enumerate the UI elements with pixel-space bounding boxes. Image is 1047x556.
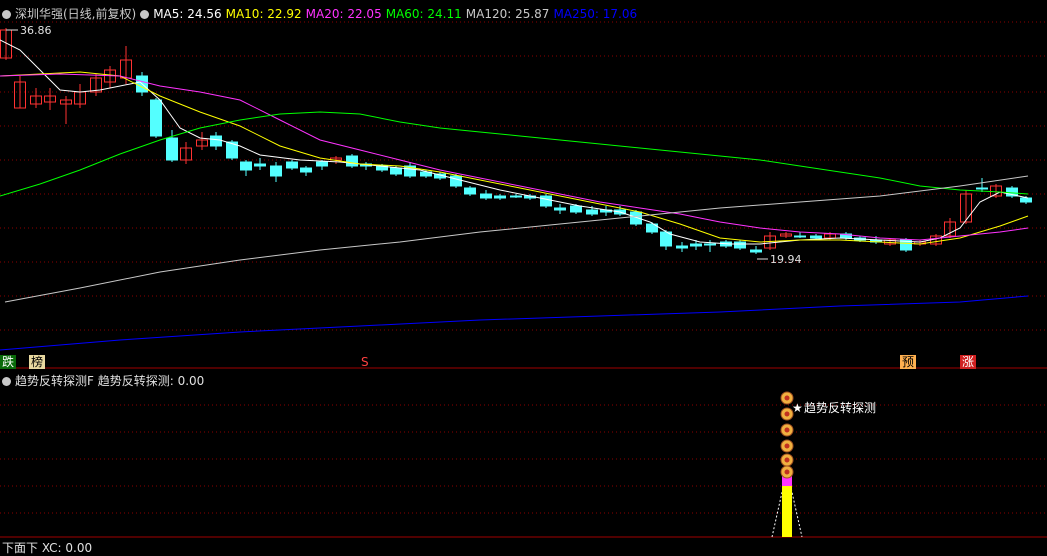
candle-body [676, 245, 688, 249]
ma20-line [0, 73, 1029, 241]
signal-yu: 预 [900, 355, 917, 369]
candle-body [166, 137, 178, 161]
indicator-value: 趋势反转探测: 0.00 [97, 374, 205, 388]
ma-label-4: MA120: 25.87 [465, 7, 550, 21]
candle-body [510, 195, 522, 198]
settings-circle-icon[interactable] [2, 10, 11, 19]
ma-labels: MA5: 24.56 MA10: 22.92 MA20: 22.05 MA60: 24… [153, 7, 641, 21]
chart-header: 深圳华强(日线,前复权) MA5: 24.56 MA10: 22.92 MA20: 2… [2, 5, 645, 22]
indicator-marker-text: 趋势反转探测 [804, 400, 876, 415]
coin-mark [784, 411, 790, 417]
low-price-label: 19.94 [770, 253, 802, 266]
candle-body [286, 161, 298, 169]
candle-body [810, 235, 822, 239]
candle-body [450, 175, 462, 187]
star-icon: ★ [792, 401, 803, 415]
ma250-line [0, 295, 1029, 351]
candle-body [270, 165, 282, 177]
candle-body [554, 207, 566, 211]
indicator-title: 趋势反转探测F [15, 374, 94, 388]
coin-mark [784, 395, 790, 401]
candle-body [540, 195, 552, 207]
signal-bang: 榜 [29, 355, 46, 369]
candle-body [480, 193, 492, 199]
ma-label-3: MA60: 24.11 [385, 7, 462, 21]
ma-label-0: MA5: 24.56 [153, 7, 222, 21]
candle-body [630, 211, 642, 225]
indicator-header: 趋势反转探测F 趋势反转探测: 0.00 [2, 372, 204, 389]
ma-settings-circle-icon[interactable] [140, 10, 150, 19]
candle-body [464, 187, 476, 195]
coin-mark [784, 457, 790, 463]
candle-body [300, 167, 312, 173]
candle-body [794, 235, 806, 238]
candle-body [390, 167, 402, 175]
ma-label-1: MA10: 22.92 [225, 7, 302, 21]
indicator-settings-circle-icon[interactable] [2, 377, 11, 386]
candle-body [150, 99, 162, 137]
candle-body [750, 249, 762, 253]
bottom-panel-header: 下面下 XC: 0.00 [2, 541, 93, 555]
indicator-bar-yellow [782, 486, 792, 537]
candle-body [734, 241, 746, 249]
candle-body [1020, 197, 1032, 203]
coin-mark [784, 443, 790, 449]
ma10-line [0, 71, 1029, 245]
signal-s: S [361, 355, 369, 369]
candle-body [704, 243, 716, 246]
signal-zhang: 涨 [960, 355, 977, 369]
ma-label-5: MA250: 17.06 [553, 7, 638, 21]
candle-body [494, 195, 506, 199]
ma-label-2: MA20: 22.05 [305, 7, 382, 21]
signal-die: 跌 [0, 355, 17, 369]
candle-body [346, 155, 358, 167]
kline-chart[interactable]: 36.86 19.94 ★ 趋势反转探测 [0, 0, 1047, 545]
coin-mark [784, 427, 790, 433]
coin-mark [784, 469, 790, 475]
stock-title: 深圳华强(日线,前复权) [15, 7, 137, 21]
candle-body [570, 205, 582, 213]
candle-body [690, 243, 702, 247]
candle-body [316, 161, 328, 167]
high-price-label: 36.86 [20, 24, 52, 37]
candle-body [976, 187, 988, 190]
candle-body [240, 161, 252, 171]
candle-body [254, 163, 266, 167]
candle-body [210, 135, 222, 147]
candle-body [586, 209, 598, 215]
